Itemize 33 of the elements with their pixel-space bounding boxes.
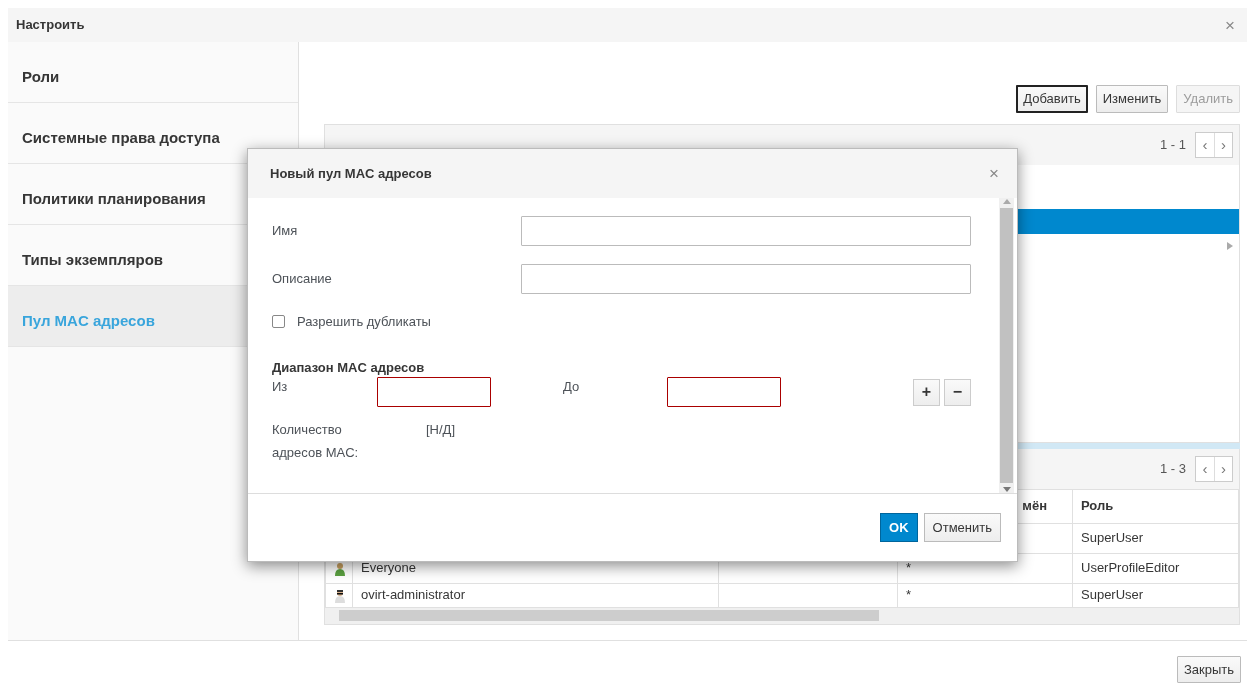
field-label: До [563,378,581,396]
table-cell: SuperUser [1072,583,1239,607]
user-icon [334,561,346,576]
table-cell: * [897,583,1073,607]
checkbox-label: Разрешить дубликаты [297,313,431,331]
scroll-down-icon[interactable] [1002,487,1011,493]
field-label: Имя [272,222,299,241]
page-range: 1 - 3 [1160,459,1186,478]
text-field[interactable] [521,216,971,246]
toolbar-button[interactable]: Добавить [1016,85,1088,113]
ok-button[interactable]: OK [880,512,918,543]
text-field[interactable] [377,377,491,407]
field-label: Из [272,378,289,396]
checkbox[interactable] [272,315,285,329]
table-cell: UserProfileEditor [1072,553,1239,583]
field-label: Количество адресов MAC: [272,421,360,462]
table-cell: SuperUser [1072,523,1239,553]
vertical-scrollbar[interactable] [999,198,1014,493]
section-title: Диапазон MAC адресов [272,358,426,377]
column-header: Роль [1072,489,1239,523]
toolbar-button[interactable]: Изменить [1095,85,1169,113]
text-field[interactable] [667,377,781,407]
close-button[interactable]: Закрыть [1176,655,1241,683]
table-cell: ovirt-administrator [352,583,719,607]
remove-button[interactable]: − [944,378,971,406]
page-range: 1 - 1 [1160,135,1186,154]
field-value: [Н/Д] [426,421,456,439]
scroll-right-icon[interactable] [1227,241,1233,250]
add-button[interactable]: + [913,378,940,406]
user-icon [334,588,346,603]
dialog-title: Настроить [16,16,85,35]
text-field[interactable] [521,264,971,294]
cancel-button[interactable]: Отменить [923,512,1001,543]
